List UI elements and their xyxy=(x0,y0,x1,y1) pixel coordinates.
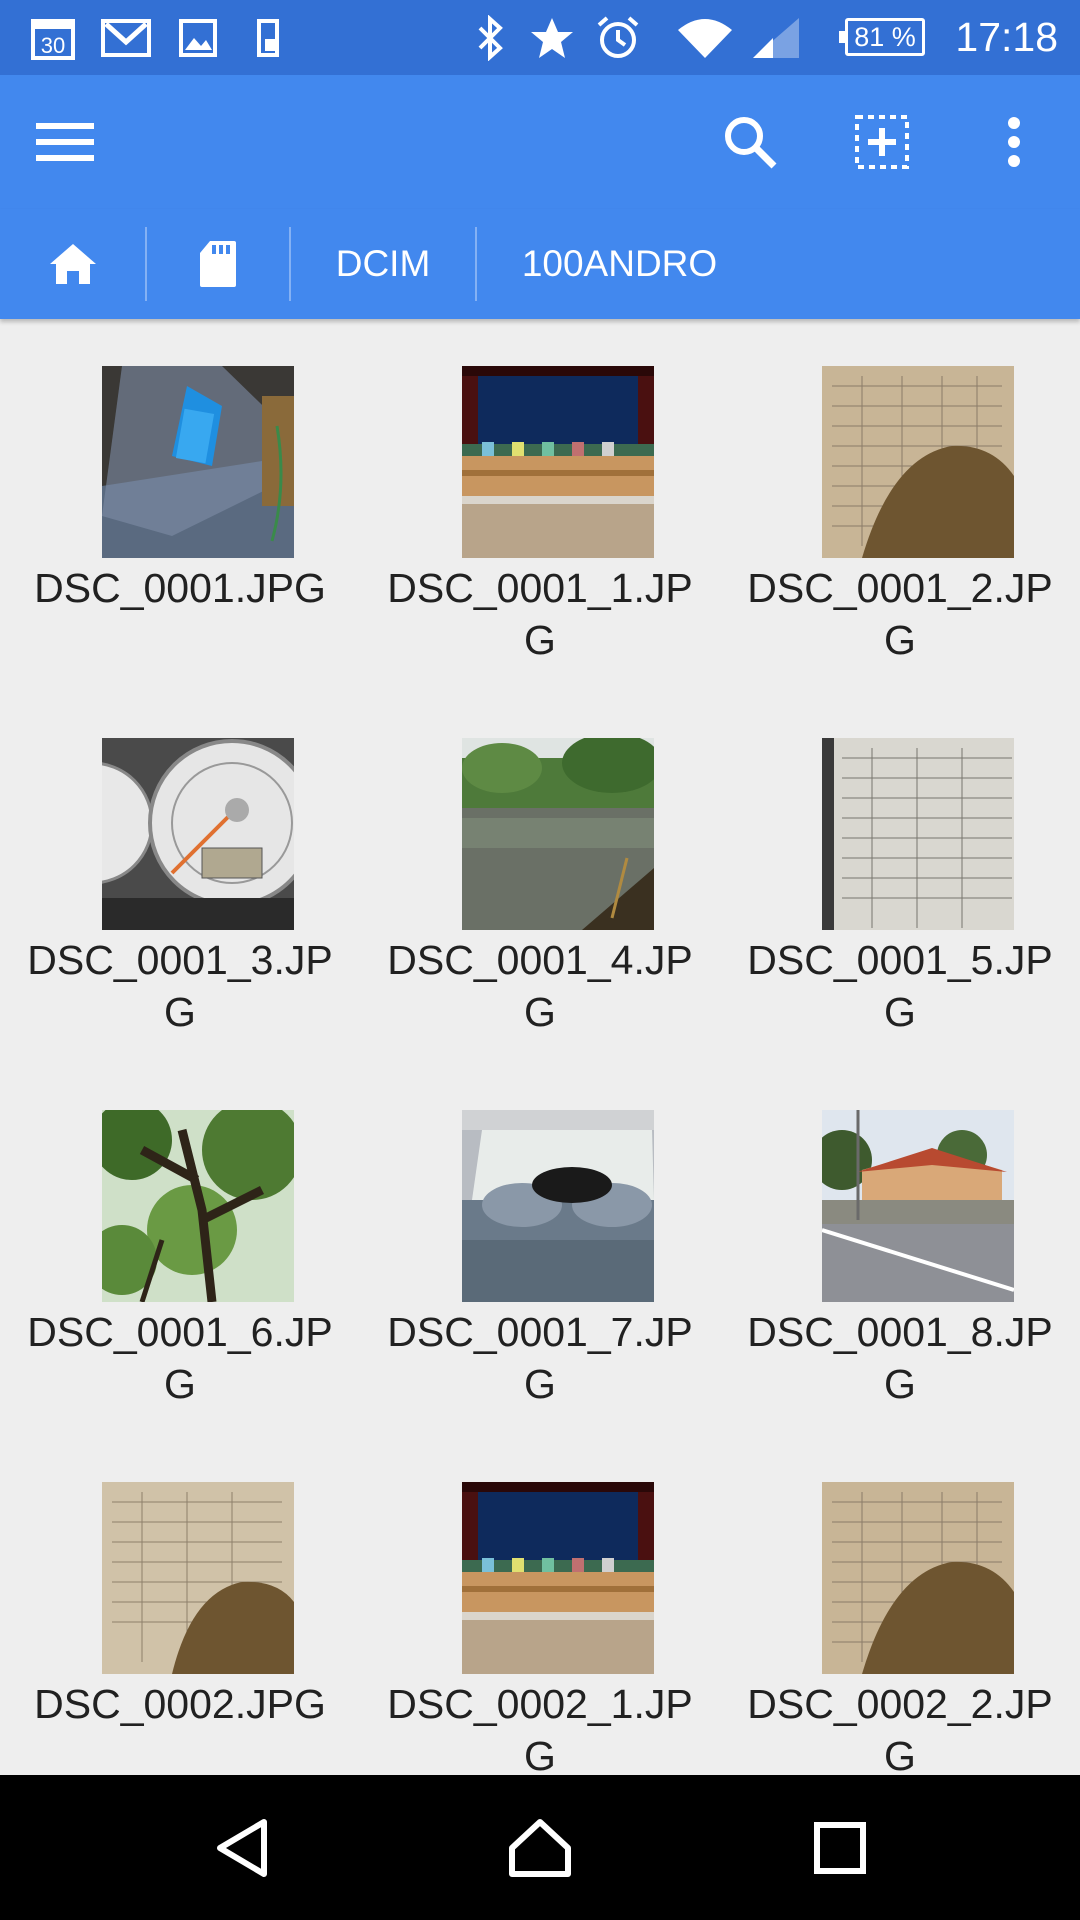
gmail-icon xyxy=(98,0,154,75)
svg-text:30: 30 xyxy=(41,33,65,58)
cable-photo-thumbnail xyxy=(102,366,294,558)
select-add-icon xyxy=(855,115,909,169)
back-icon xyxy=(217,1818,267,1877)
file-item[interactable]: DSC_0001_3.JPG xyxy=(0,692,360,1064)
app-bar xyxy=(0,75,1080,209)
gallery-icon xyxy=(174,0,222,75)
file-name: DSC_0001_5.JPG xyxy=(747,937,1053,1035)
alarm-icon xyxy=(592,0,644,75)
document-photo-thumbnail xyxy=(822,366,1014,558)
stage-photo-thumbnail xyxy=(462,366,654,558)
home-nav-icon xyxy=(509,1818,571,1877)
more-options-button[interactable] xyxy=(959,75,1069,209)
file-name: DSC_0002_2.JPG xyxy=(747,1681,1053,1775)
file-item[interactable]: DSC_0001_5.JPG xyxy=(720,692,1080,1064)
search-icon xyxy=(725,117,777,169)
file-item[interactable]: DSC_0001_7.JPG xyxy=(360,1064,720,1436)
river-photo-thumbnail xyxy=(462,738,654,930)
file-name: DSC_0001_4.JPG xyxy=(387,937,693,1035)
file-grid: DSC_0001.JPG DSC_0001_1.JPG DSC_0001_2.J… xyxy=(0,320,1080,1775)
menu-button[interactable] xyxy=(10,75,120,209)
sim-icon xyxy=(248,0,288,75)
file-name: DSC_0002.JPG xyxy=(34,1681,326,1727)
recents-icon xyxy=(814,1821,866,1874)
signal-icon xyxy=(748,0,804,75)
search-button[interactable] xyxy=(695,75,805,209)
file-name: DSC_0001_2.JPG xyxy=(747,565,1053,663)
tree-photo-thumbnail xyxy=(102,1110,294,1302)
file-item[interactable]: DSC_0001_8.JPG xyxy=(720,1064,1080,1436)
file-name: DSC_0002_1.JPG xyxy=(387,1681,693,1775)
breadcrumb: DCIM 100ANDRO xyxy=(0,209,1080,319)
recents-button[interactable] xyxy=(760,1775,920,1920)
menu-icon xyxy=(36,123,94,161)
document-photo-thumbnail xyxy=(822,1482,1014,1674)
file-item[interactable]: DSC_0001_4.JPG xyxy=(360,692,720,1064)
home-nav-button[interactable] xyxy=(460,1775,620,1920)
home-icon xyxy=(49,244,96,284)
file-item[interactable]: DSC_0001.JPG xyxy=(0,320,360,692)
file-name: DSC_0001_1.JPG xyxy=(387,565,693,663)
file-name: DSC_0001_3.JPG xyxy=(27,937,333,1035)
breadcrumb-sd-card[interactable] xyxy=(147,209,289,319)
stage-photo-thumbnail xyxy=(462,1482,654,1674)
file-item[interactable]: DSC_0002_2.JPG xyxy=(720,1436,1080,1775)
select-add-button[interactable] xyxy=(827,75,937,209)
breadcrumb-dcim[interactable]: DCIM xyxy=(291,209,475,319)
file-name: DSC_0001.JPG xyxy=(34,565,326,611)
bluetooth-icon xyxy=(468,0,514,75)
status-bar: 30 81 % 17:18 xyxy=(0,0,1080,75)
sd-card-icon xyxy=(200,241,236,287)
file-name: DSC_0001_8.JPG xyxy=(747,1309,1053,1407)
breadcrumb-100andro[interactable]: 100ANDRO xyxy=(477,209,762,319)
battery-icon: 81 % xyxy=(839,18,925,56)
house-road-photo-thumbnail xyxy=(822,1110,1014,1302)
clock: 17:18 xyxy=(955,14,1058,60)
file-item[interactable]: DSC_0002.JPG xyxy=(0,1436,360,1775)
calendar-icon: 30 xyxy=(28,0,78,75)
wifi-icon xyxy=(674,0,736,75)
file-item[interactable]: DSC_0001_6.JPG xyxy=(0,1064,360,1436)
document-photo-thumbnail xyxy=(822,738,1014,930)
speedometer-photo-thumbnail xyxy=(102,738,294,930)
breadcrumb-home[interactable] xyxy=(0,209,145,319)
more-vert-icon xyxy=(1008,117,1020,167)
file-item[interactable]: DSC_0002_1.JPG xyxy=(360,1436,720,1775)
file-item[interactable]: DSC_0001_1.JPG xyxy=(360,320,720,692)
file-name: DSC_0001_7.JPG xyxy=(387,1309,693,1407)
document-photo-thumbnail xyxy=(102,1482,294,1674)
car-seat-photo-thumbnail xyxy=(462,1110,654,1302)
back-button[interactable] xyxy=(162,1775,322,1920)
navigation-bar xyxy=(0,1775,1080,1920)
file-item[interactable]: DSC_0001_2.JPG xyxy=(720,320,1080,692)
file-name: DSC_0001_6.JPG xyxy=(27,1309,333,1407)
star-icon xyxy=(526,0,578,75)
